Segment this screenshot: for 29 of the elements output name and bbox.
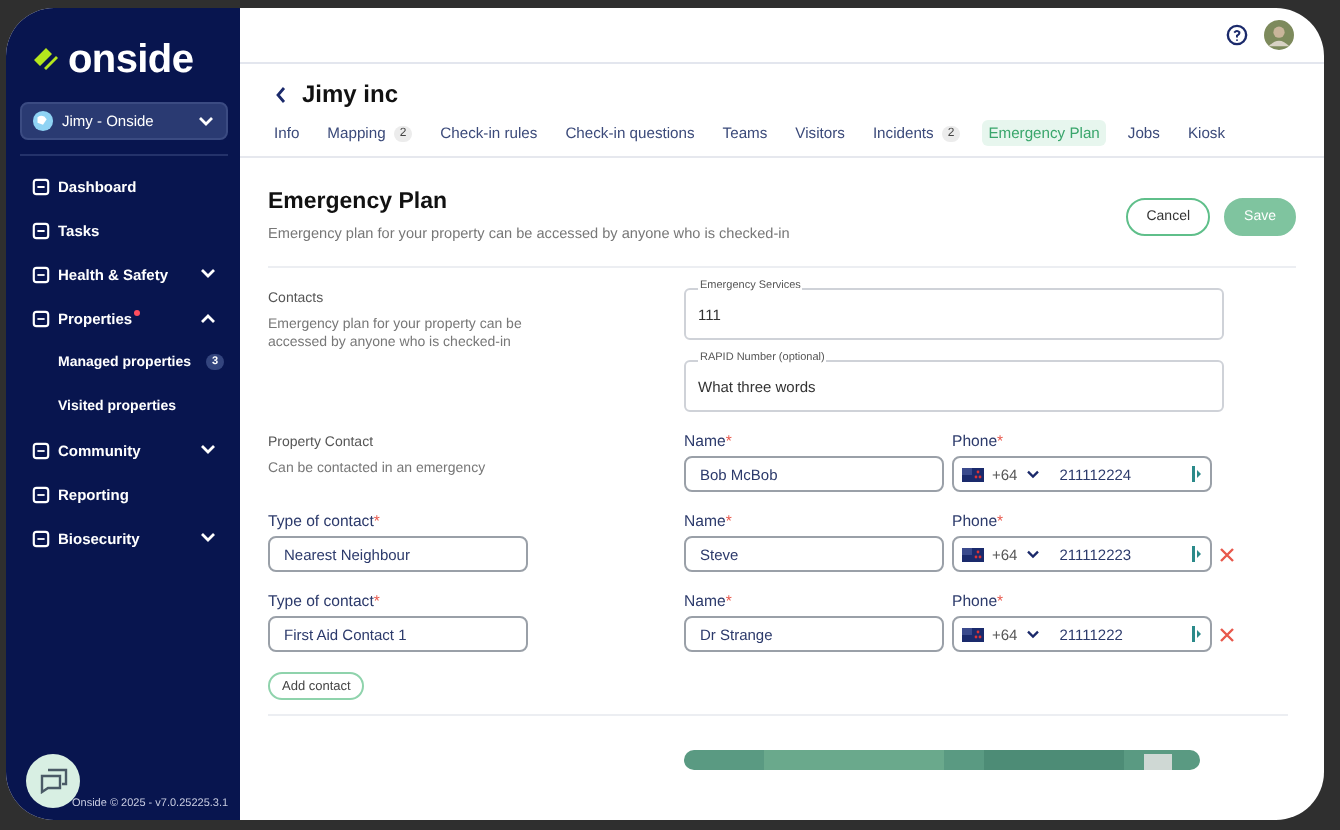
flag-icon — [962, 547, 984, 561]
logo-text: onside — [68, 40, 194, 80]
menu-item-icon — [32, 177, 50, 195]
close-icon[interactable] — [1220, 548, 1234, 562]
chevron-down-icon[interactable] — [1025, 469, 1040, 479]
menu-item-icon — [32, 441, 50, 459]
avatar[interactable] — [1264, 20, 1294, 50]
menu-item-icon — [32, 529, 50, 547]
logo-icon — [30, 44, 62, 76]
flag-icon — [962, 467, 984, 481]
chevron-down-icon — [200, 532, 216, 544]
page-title: Jimy inc — [302, 80, 399, 108]
chevron-down-icon — [200, 444, 216, 456]
menu-item-icon — [32, 265, 50, 283]
menu-item-icon — [32, 221, 50, 239]
help-icon[interactable] — [1226, 24, 1248, 46]
chevron-down-icon[interactable] — [1025, 549, 1040, 559]
chevron-down-icon[interactable] — [1025, 629, 1040, 639]
chevron-up-icon — [200, 312, 216, 324]
globe-icon — [32, 110, 54, 132]
chat-icon — [39, 768, 67, 794]
section-heading: Emergency Plan — [268, 190, 449, 214]
flag-icon — [962, 627, 984, 641]
close-icon[interactable] — [1220, 628, 1234, 642]
menu-item-icon — [32, 309, 50, 327]
chevron-down-icon — [200, 268, 216, 280]
chevron-down-icon — [198, 115, 214, 127]
back-icon[interactable] — [274, 85, 288, 103]
menu-item-icon — [32, 485, 50, 503]
